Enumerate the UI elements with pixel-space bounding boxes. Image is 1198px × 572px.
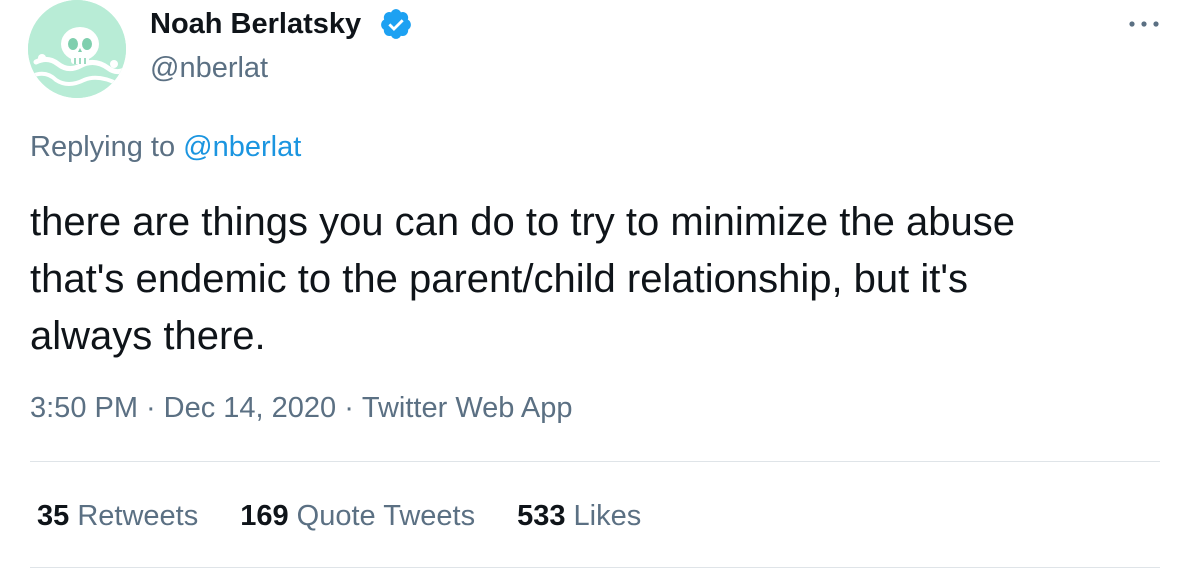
retweets-label: Retweets: [77, 500, 199, 532]
retweets-stat[interactable]: 35 Retweets: [37, 500, 198, 533]
divider: [30, 461, 1160, 462]
quote-tweets-stat[interactable]: 169 Quote Tweets: [240, 500, 475, 533]
verified-badge-icon: [381, 9, 411, 39]
avatar[interactable]: [28, 0, 126, 98]
likes-label: Likes: [573, 500, 642, 532]
tweet-text: there are things you can do to try to mi…: [30, 200, 1015, 358]
tweet-time[interactable]: 3:50 PM: [30, 392, 138, 424]
replying-to: Replying to @nberlat: [30, 131, 301, 164]
tweet-date[interactable]: Dec 14, 2020: [164, 392, 337, 424]
quote-tweets-label: Quote Tweets: [296, 500, 476, 532]
divider: [30, 567, 1160, 568]
replying-to-label: Replying to: [30, 131, 176, 163]
meta-separator: ·: [146, 392, 156, 424]
quote-tweets-count: 169: [240, 500, 289, 532]
engagement-stats: 35 Retweets 169 Quote Tweets 533 Likes: [37, 500, 683, 533]
likes-stat[interactable]: 533 Likes: [517, 500, 641, 533]
likes-count: 533: [517, 500, 566, 532]
handle[interactable]: @nberlat: [150, 52, 268, 85]
retweets-count: 35: [37, 500, 70, 532]
display-name[interactable]: Noah Berlatsky: [150, 8, 361, 41]
more-options-icon[interactable]: [1124, 12, 1164, 36]
reply-mention-link[interactable]: @nberlat: [183, 131, 301, 163]
skull-avatar-image: [28, 0, 126, 98]
meta-separator: ·: [344, 392, 354, 424]
tweet-source[interactable]: Twitter Web App: [362, 392, 573, 424]
tweet-metadata: 3:50 PM · Dec 14, 2020 · Twitter Web App: [30, 392, 572, 425]
